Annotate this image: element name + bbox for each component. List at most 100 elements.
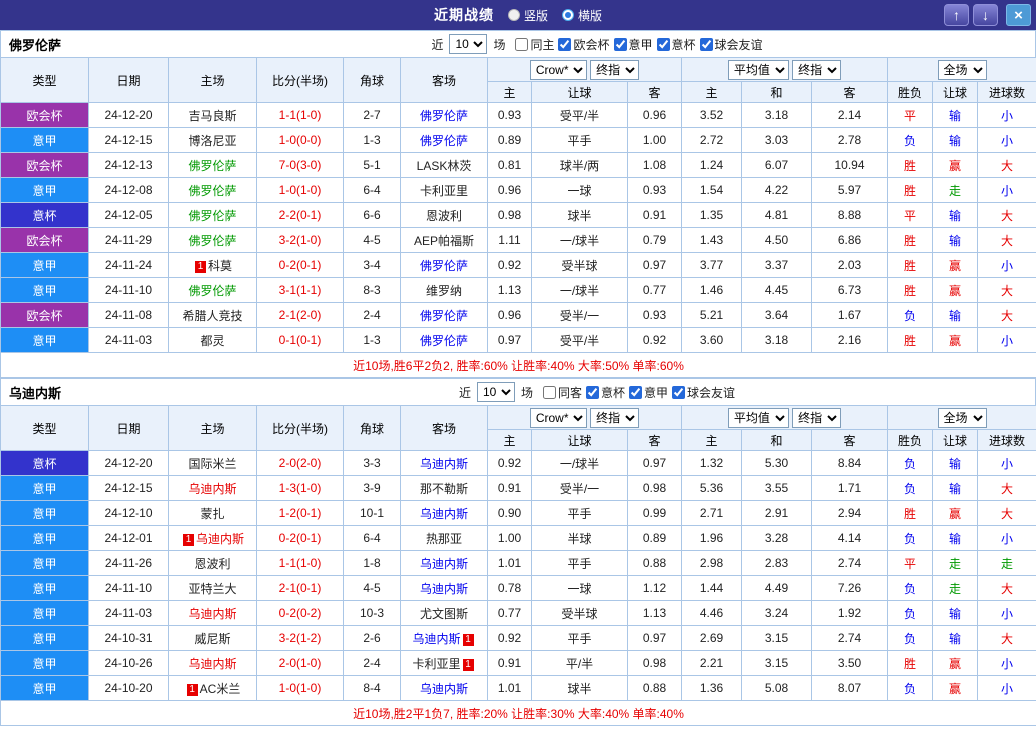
filter-同主[interactable]: 同主 xyxy=(515,36,554,53)
filter-同客[interactable]: 同客 xyxy=(543,384,582,401)
near-count-select[interactable]: 10 xyxy=(449,34,487,54)
col-header-score: 比分(半场) xyxy=(257,58,344,103)
filter-checkbox[interactable] xyxy=(586,386,599,399)
avg-draw-odds-cell: 6.07 xyxy=(742,153,812,178)
date-cell: 24-12-10 xyxy=(89,501,169,526)
filter-checkbox[interactable] xyxy=(558,38,571,51)
avg-away-odds-cell: 1.92 xyxy=(812,601,888,626)
date-cell: 24-12-20 xyxy=(89,103,169,128)
filter-checkbox[interactable] xyxy=(515,38,528,51)
goals-result-cell: 小 xyxy=(978,651,1036,676)
table-foot: 近10场,胜6平2负2, 胜率:60% 让胜率:40% 大率:50% 单率:60… xyxy=(1,353,1036,378)
date-cell: 24-12-01 xyxy=(89,526,169,551)
asian-handicap-cell: 平手 xyxy=(532,626,628,651)
corner-cell: 1-8 xyxy=(344,551,401,576)
asian-handicap-cell: 受平/半 xyxy=(532,103,628,128)
filter-checkbox[interactable] xyxy=(672,386,685,399)
home-team-cell: 吉马良斯 xyxy=(169,103,257,128)
asian-handicap-cell: 半球 xyxy=(532,526,628,551)
win-loss-result-cell: 平 xyxy=(888,551,933,576)
away-team-cell: 卡利亚里 xyxy=(401,178,488,203)
red-card-badge: 1 xyxy=(183,534,194,546)
radio-horizontal-layout[interactable]: 横版 xyxy=(562,7,602,24)
scroll-down-button[interactable]: ↓ xyxy=(973,4,998,26)
col-header-home: 主场 xyxy=(169,406,257,451)
scope-select[interactable]: 全场 xyxy=(938,408,987,428)
filter-checkbox[interactable] xyxy=(700,38,713,51)
avg-home-odds-cell: 1.32 xyxy=(682,451,742,476)
date-cell: 24-10-26 xyxy=(89,651,169,676)
date-cell: 24-12-05 xyxy=(89,203,169,228)
summary-text: 近10场,胜6平2负2, 胜率:60% 让胜率:40% 大率:50% 单率:60… xyxy=(1,353,1036,378)
scroll-up-button[interactable]: ↑ xyxy=(944,4,969,26)
filter-欧会杯[interactable]: 欧会杯 xyxy=(558,36,609,53)
asian-odds-group-header: Crow* 终指 xyxy=(488,406,682,430)
average-select[interactable]: 平均值 xyxy=(728,60,789,80)
asian-away-odds-cell: 1.00 xyxy=(628,128,682,153)
filter-意甲[interactable]: 意甲 xyxy=(614,36,653,53)
final-odds-select-asian[interactable]: 终指 xyxy=(590,60,639,80)
avg-away-odds-cell: 1.71 xyxy=(812,476,888,501)
home-team-cell: 乌迪内斯 xyxy=(169,601,257,626)
league-cell: 意甲 xyxy=(1,128,89,153)
avg-home-odds-cell: 2.69 xyxy=(682,626,742,651)
asian-home-odds-cell: 1.01 xyxy=(488,551,532,576)
radio-vertical-label: 竖版 xyxy=(524,7,548,24)
avg-home-odds-cell: 4.46 xyxy=(682,601,742,626)
match-row: 意甲24-10-26乌迪内斯2-0(1-0)2-4卡利亚里10.91平/半0.9… xyxy=(1,651,1036,676)
close-button[interactable]: × xyxy=(1006,4,1031,26)
final-odds-select-asian[interactable]: 终指 xyxy=(590,408,639,428)
date-cell: 24-10-31 xyxy=(89,626,169,651)
asian-away-odds-cell: 0.77 xyxy=(628,278,682,303)
league-cell: 意杯 xyxy=(1,203,89,228)
bookmaker-select[interactable]: Crow* xyxy=(530,408,587,428)
radio-vertical-layout[interactable]: 竖版 xyxy=(508,7,548,24)
final-odds-select-euro[interactable]: 终指 xyxy=(792,408,841,428)
asian-handicap-cell: 平/半 xyxy=(532,651,628,676)
scope-select[interactable]: 全场 xyxy=(938,60,987,80)
col-header-home: 主场 xyxy=(169,58,257,103)
down-arrow-icon: ↓ xyxy=(982,7,989,23)
date-cell: 24-11-03 xyxy=(89,328,169,353)
col-header-date: 日期 xyxy=(89,58,169,103)
filter-checkbox[interactable] xyxy=(629,386,642,399)
date-cell: 24-11-10 xyxy=(89,576,169,601)
asian-away-odds-cell: 0.99 xyxy=(628,501,682,526)
avg-home-odds-cell: 5.21 xyxy=(682,303,742,328)
avg-draw-odds-cell: 3.24 xyxy=(742,601,812,626)
average-select[interactable]: 平均值 xyxy=(728,408,789,428)
filter-意甲[interactable]: 意甲 xyxy=(629,384,668,401)
avg-away-odds-cell: 6.73 xyxy=(812,278,888,303)
avg-draw-odds-cell: 3.37 xyxy=(742,253,812,278)
asian-handicap-cell: 平手 xyxy=(532,501,628,526)
corner-cell: 1-3 xyxy=(344,328,401,353)
table-head: 类型 日期 主场 比分(半场) 角球 客场 Crow* 终指 平均值 终指 xyxy=(1,58,1036,103)
filter-球会友谊[interactable]: 球会友谊 xyxy=(700,36,763,53)
filter-checkbox[interactable] xyxy=(543,386,556,399)
filter-球会友谊[interactable]: 球会友谊 xyxy=(672,384,735,401)
col-header-away: 客场 xyxy=(401,58,488,103)
asian-away-odds-cell: 0.93 xyxy=(628,178,682,203)
avg-away-odds-cell: 2.74 xyxy=(812,551,888,576)
filter-checkbox[interactable] xyxy=(614,38,627,51)
avg-draw-odds-cell: 3.15 xyxy=(742,651,812,676)
handicap-result-cell: 走 xyxy=(933,576,978,601)
subcol-euro-away: 客 xyxy=(812,82,888,103)
asian-handicap-cell: 受半/一 xyxy=(532,303,628,328)
filter-意杯[interactable]: 意杯 xyxy=(586,384,625,401)
near-count-select[interactable]: 10 xyxy=(477,382,515,402)
subcol-goals: 进球数 xyxy=(978,82,1036,103)
filter-checkbox[interactable] xyxy=(657,38,670,51)
asian-away-odds-cell: 0.98 xyxy=(628,651,682,676)
handicap-result-cell: 输 xyxy=(933,228,978,253)
handicap-result-cell: 走 xyxy=(933,178,978,203)
final-odds-select-euro[interactable]: 终指 xyxy=(792,60,841,80)
bookmaker-select[interactable]: Crow* xyxy=(530,60,587,80)
goals-result-cell: 小 xyxy=(978,103,1036,128)
asian-handicap-cell: 一/球半 xyxy=(532,228,628,253)
win-loss-result-cell: 负 xyxy=(888,128,933,153)
filter-意杯[interactable]: 意杯 xyxy=(657,36,696,53)
handicap-result-cell: 赢 xyxy=(933,253,978,278)
league-cell: 意甲 xyxy=(1,526,89,551)
corner-cell: 8-4 xyxy=(344,676,401,701)
